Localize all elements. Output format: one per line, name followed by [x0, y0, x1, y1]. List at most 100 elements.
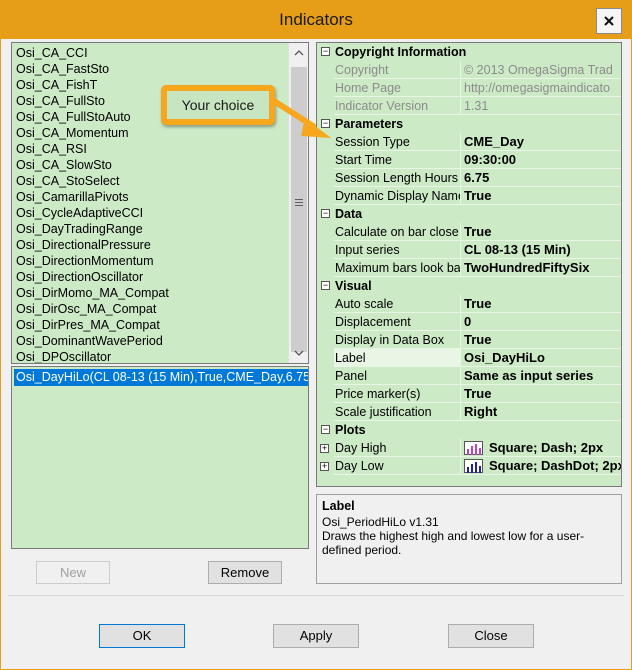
- scroll-down-button[interactable]: [289, 343, 308, 363]
- property-value[interactable]: TwoHundredFiftySix: [462, 259, 621, 277]
- property-value[interactable]: 6.75: [462, 169, 621, 187]
- property-value[interactable]: Osi_DayHiLo: [462, 349, 621, 367]
- property-row-displacement[interactable]: Displacement 0: [317, 313, 621, 331]
- property-value[interactable]: 09:30:00: [462, 151, 621, 169]
- grip-icon: [295, 199, 303, 208]
- property-value[interactable]: True: [462, 187, 621, 205]
- property-value: 1.31: [464, 99, 489, 113]
- property-value[interactable]: True: [462, 331, 621, 349]
- list-item[interactable]: Osi_DirPres_MA_Compat: [16, 317, 169, 333]
- property-name: Copyright: [334, 61, 461, 79]
- property-row-day-low[interactable]: + Day Low Square; DashDot; 2px: [317, 457, 621, 475]
- list-item[interactable]: Osi_CA_FullSto: [16, 93, 169, 109]
- property-name: Day High: [334, 439, 461, 457]
- collapse-icon[interactable]: −: [321, 281, 330, 290]
- list-item[interactable]: Osi_DPOscillator: [16, 349, 169, 363]
- property-name: Input series: [334, 241, 461, 259]
- list-item[interactable]: Osi_DirMomo_MA_Compat: [16, 285, 169, 301]
- property-row-session-type[interactable]: Session Type CME_Day: [317, 133, 621, 151]
- property-row-label[interactable]: Label Osi_DayHiLo: [317, 349, 621, 367]
- plot-style-value: Square; DashDot; 2px: [489, 458, 621, 473]
- applied-indicator-item[interactable]: Osi_DayHiLo(CL 08-13 (15 Min),True,CME_D…: [14, 369, 308, 386]
- property-value[interactable]: Square; DashDot; 2px: [462, 457, 621, 475]
- property-row-session-length-hours[interactable]: Session Length Hours 6.75: [317, 169, 621, 187]
- list-item[interactable]: Osi_DirOsc_MA_Compat: [16, 301, 169, 317]
- scroll-up-button[interactable]: [289, 43, 308, 63]
- property-value[interactable]: True: [462, 223, 621, 241]
- list-item[interactable]: Osi_CA_RSI: [16, 141, 169, 157]
- property-row-calculate-on-bar-close[interactable]: Calculate on bar close True: [317, 223, 621, 241]
- property-value[interactable]: True: [462, 385, 621, 403]
- property-row-auto-scale[interactable]: Auto scale True: [317, 295, 621, 313]
- list-item[interactable]: Osi_DayTradingRange: [16, 221, 169, 237]
- list-item[interactable]: Osi_CA_StoSelect: [16, 173, 169, 189]
- collapse-icon[interactable]: −: [321, 209, 330, 218]
- category-data[interactable]: − Data: [317, 205, 621, 223]
- expand-icon[interactable]: +: [320, 462, 329, 471]
- property-value[interactable]: Same as input series: [462, 367, 621, 385]
- property-name: Session Length Hours: [334, 169, 461, 187]
- category-label: Copyright Information: [335, 45, 467, 59]
- list-item[interactable]: Osi_CA_Momentum: [16, 125, 169, 141]
- category-parameters[interactable]: − Parameters: [317, 115, 621, 133]
- plot-style-icon: [464, 459, 483, 473]
- property-row-scale-justification[interactable]: Scale justification Right: [317, 403, 621, 421]
- window-title: Indicators: [279, 10, 353, 29]
- property-value[interactable]: True: [462, 295, 621, 313]
- property-name: Maximum bars look back: [334, 259, 461, 277]
- your-choice-callout: Your choice: [161, 85, 275, 125]
- list-item[interactable]: Osi_CA_FullStoAuto: [16, 109, 169, 125]
- callout-arrow-icon: [271, 98, 331, 138]
- property-value[interactable]: Right: [462, 403, 621, 421]
- list-item[interactable]: Osi_DirectionalPressure: [16, 237, 169, 253]
- property-row-panel[interactable]: Panel Same as input series: [317, 367, 621, 385]
- list-item[interactable]: Osi_CA_SlowSto: [16, 157, 169, 173]
- property-row-indicator-version[interactable]: Indicator Version 1.31: [317, 97, 621, 115]
- category-label: Data: [335, 207, 363, 221]
- property-value[interactable]: Square; Dash; 2px: [462, 439, 621, 457]
- list-item[interactable]: Osi_CamarillaPivots: [16, 189, 169, 205]
- ok-button[interactable]: OK: [99, 624, 185, 648]
- list-item[interactable]: Osi_CA_FastSto: [16, 61, 169, 77]
- applied-indicators-list[interactable]: Osi_DayHiLo(CL 08-13 (15 Min),True,CME_D…: [11, 366, 309, 549]
- property-grid[interactable]: − Copyright Information Copyright © 2013 Om…: [316, 42, 622, 487]
- property-name: Start Time: [334, 151, 461, 169]
- category-visual[interactable]: − Visual: [317, 277, 621, 295]
- list-item[interactable]: Osi_CA_FishT: [16, 77, 169, 93]
- property-row-input-series[interactable]: Input series CL 08-13 (15 Min): [317, 241, 621, 259]
- property-value[interactable]: CL 08-13 (15 Min): [462, 241, 621, 259]
- close-window-button[interactable]: [596, 8, 622, 34]
- list-item[interactable]: Osi_DirectionOscillator: [16, 269, 169, 285]
- list-item[interactable]: Osi_CycleAdaptiveCCI: [16, 205, 169, 221]
- property-row-start-time[interactable]: Start Time 09:30:00: [317, 151, 621, 169]
- new-button[interactable]: New: [36, 561, 110, 584]
- plot-style-icon: [464, 441, 483, 455]
- property-row-day-high[interactable]: + Day High Square; Dash; 2px: [317, 439, 621, 457]
- property-name: Scale justification: [334, 403, 461, 421]
- collapse-icon[interactable]: −: [321, 425, 330, 434]
- property-value[interactable]: 0: [462, 313, 621, 331]
- list-item[interactable]: Osi_CA_CCI: [16, 45, 169, 61]
- category-label: Plots: [335, 423, 366, 437]
- apply-button[interactable]: Apply: [273, 624, 359, 648]
- list-item[interactable]: Osi_DirectionMomentum: [16, 253, 169, 269]
- remove-button[interactable]: Remove: [208, 561, 282, 584]
- property-row-copyright[interactable]: Copyright © 2013 OmegaSigma Trad: [317, 61, 621, 79]
- list-item[interactable]: Osi_DominantWavePeriod: [16, 333, 169, 349]
- category-plots[interactable]: − Plots: [317, 421, 621, 439]
- property-row-price-marker-s-[interactable]: Price marker(s) True: [317, 385, 621, 403]
- close-button[interactable]: Close: [448, 624, 534, 648]
- category-copyright[interactable]: − Copyright Information: [317, 43, 621, 61]
- property-value[interactable]: CME_Day: [462, 133, 621, 151]
- property-name: Displacement: [334, 313, 461, 331]
- description-line: defined period.: [322, 543, 402, 557]
- collapse-icon[interactable]: −: [321, 47, 330, 56]
- property-row-home-page[interactable]: Home Page http://omegasigmaindicato: [317, 79, 621, 97]
- property-row-display-in-data-box[interactable]: Display in Data Box True: [317, 331, 621, 349]
- expand-icon[interactable]: +: [320, 444, 329, 453]
- property-row-dynamic-display-name[interactable]: Dynamic Display Name True: [317, 187, 621, 205]
- title-bar[interactable]: Indicators: [1, 1, 631, 39]
- indicator-list-scrollbar[interactable]: [288, 43, 308, 363]
- property-name: Indicator Version: [334, 97, 461, 115]
- property-row-maximum-bars-look-back[interactable]: Maximum bars look back TwoHundredFiftySix: [317, 259, 621, 277]
